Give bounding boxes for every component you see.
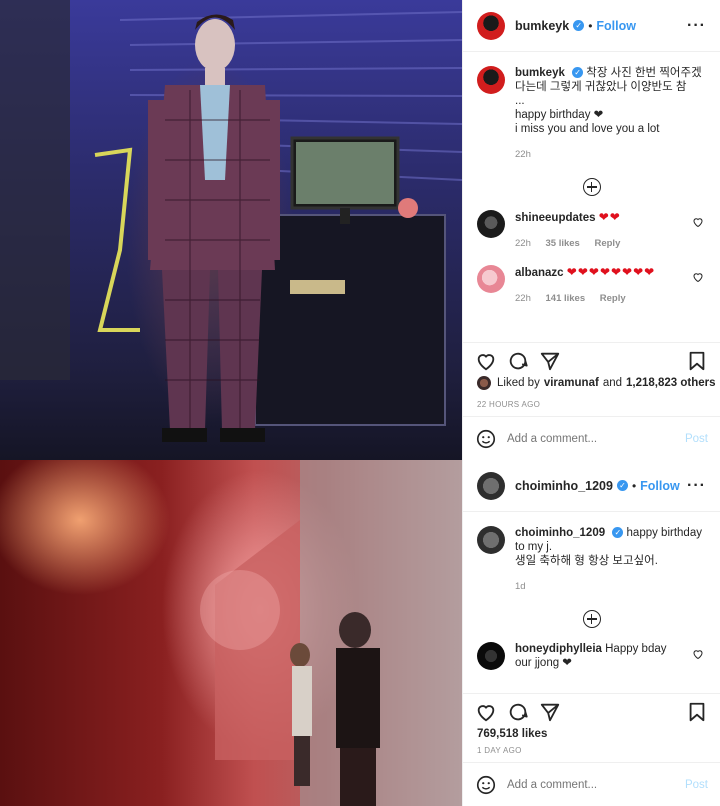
comment-bubble-icon[interactable] <box>507 350 529 372</box>
post-timestamp[interactable]: 22 HOURS AGO <box>477 400 540 409</box>
like-comment-heart-icon[interactable] <box>692 648 704 660</box>
caption-text-line: i miss you and love you a lot <box>515 123 660 135</box>
likes-count[interactable]: 769,518 likes <box>477 728 547 740</box>
post-header: bumkeyk ✓ • Follow ··· <box>463 0 720 52</box>
likes-count-text[interactable]: 769,518 likes <box>477 728 547 740</box>
comment-likes[interactable]: 35 likes <box>546 238 580 249</box>
save-bookmark-icon[interactable] <box>686 701 708 723</box>
reply-button[interactable]: Reply <box>600 293 626 304</box>
share-paper-plane-icon[interactable] <box>539 350 561 372</box>
emoji-smiley-icon[interactable] <box>475 774 497 796</box>
comment-item: shineeupdates ❤❤ 22h 35 likes Reply <box>477 210 706 251</box>
comment-time: 22h <box>515 238 531 249</box>
post-caption: bumkeyk ✓ 착장 사진 한번 찍어주겠다는데 그렇게 귀찮았나 이양반도… <box>477 66 706 162</box>
caption-username[interactable]: choiminho_1209 <box>515 527 605 539</box>
caption-time: 22h <box>515 149 531 160</box>
save-bookmark-icon[interactable] <box>686 350 708 372</box>
comments-list: bumkeyk ✓ 착장 사진 한번 찍어주겠다는데 그렇게 귀찮았나 이양반도… <box>463 52 720 320</box>
caption-avatar[interactable] <box>477 66 505 94</box>
commenter-avatar[interactable] <box>477 642 505 670</box>
reply-button[interactable]: Reply <box>594 238 620 249</box>
post-side-panel: bumkeyk ✓ • Follow ··· bumkeyk ✓ 착장 사진 한… <box>462 0 720 460</box>
photo-scene <box>0 0 462 442</box>
emoji-smiley-icon[interactable] <box>475 428 497 450</box>
author-username[interactable]: bumkeyk <box>515 19 569 33</box>
liked-by-user[interactable]: viramunaf <box>544 377 599 389</box>
comment-time: 22h <box>515 293 531 304</box>
comment-item: albanazc ❤❤❤❤❤❤❤❤ 22h 141 likes Reply <box>477 265 706 306</box>
author-avatar[interactable] <box>477 11 505 40</box>
liked-by-count[interactable]: 1,218,823 others <box>626 377 716 389</box>
commenter-avatar[interactable] <box>477 210 505 238</box>
caption-text-line: happy birthday ❤ <box>515 109 604 121</box>
post-2: choiminho_1209 ✓ • Follow ··· choiminho_… <box>0 460 720 806</box>
caption-username[interactable]: bumkeyk <box>515 67 565 79</box>
commenter-username[interactable]: shineeupdates <box>515 212 596 224</box>
commenter-username[interactable]: albanazc <box>515 267 564 279</box>
post-caption: choiminho_1209 ✓ happy birthday to my j.… <box>477 526 706 594</box>
liked-by-prefix: Liked by <box>497 377 540 389</box>
liked-by-row: Liked by viramunaf and 1,218,823 others <box>477 376 716 390</box>
separator-dot: • <box>631 478 637 493</box>
follow-button[interactable]: Follow <box>596 19 636 33</box>
like-comment-heart-icon[interactable] <box>692 271 704 283</box>
author-avatar[interactable] <box>477 471 505 500</box>
separator-dot: • <box>588 18 593 33</box>
comment-text: ❤❤ <box>598 210 621 224</box>
post-actions-bar <box>463 342 720 378</box>
post-1: bumkeyk ✓ • Follow ··· bumkeyk ✓ 착장 사진 한… <box>0 0 720 460</box>
add-comment-input[interactable] <box>507 778 685 791</box>
caption-text-line: 생일 축하해 형 항상 보고싶어. <box>515 555 658 567</box>
share-paper-plane-icon[interactable] <box>539 701 561 723</box>
post-side-panel: choiminho_1209 ✓ • Follow ··· choiminho_… <box>462 460 720 806</box>
verified-icon: ✓ <box>612 527 624 539</box>
like-heart-icon[interactable] <box>475 350 497 372</box>
post-comment-button[interactable]: Post <box>685 433 708 445</box>
add-comment-input[interactable] <box>507 432 685 445</box>
like-heart-icon[interactable] <box>475 701 497 723</box>
comments-list: choiminho_1209 ✓ happy birthday to my j.… <box>463 512 720 684</box>
comment-bubble-icon[interactable] <box>507 701 529 723</box>
post-timestamp[interactable]: 1 DAY AGO <box>477 746 522 755</box>
post-photo[interactable] <box>0 460 462 806</box>
load-more-comments-icon[interactable] <box>582 610 601 628</box>
post-header: choiminho_1209 ✓ • Follow ··· <box>463 460 720 512</box>
caption-time: 1d <box>515 581 526 592</box>
verified-icon: ✓ <box>572 67 584 79</box>
comment-text: ❤❤❤❤❤❤❤❤ <box>566 265 656 279</box>
post-comment-button[interactable]: Post <box>685 779 708 791</box>
photo-scene <box>200 460 462 806</box>
comment-likes[interactable]: 141 likes <box>546 293 586 304</box>
more-options-icon[interactable]: ··· <box>687 17 706 35</box>
caption-avatar[interactable] <box>477 526 505 554</box>
load-more-comments-icon[interactable] <box>582 178 601 196</box>
commenter-username[interactable]: honeydiphylleia <box>515 643 602 655</box>
add-comment-bar: Post <box>463 762 720 806</box>
comment-item: honeydiphylleia Happy bday our jjong ❤ <box>477 642 706 670</box>
add-comment-bar: Post <box>463 416 720 460</box>
follow-button[interactable]: Follow <box>640 479 680 493</box>
post-actions-bar <box>463 693 720 729</box>
caption-text-line: ... <box>515 95 525 107</box>
liked-by-and: and <box>602 377 622 389</box>
verified-icon: ✓ <box>573 20 585 31</box>
like-comment-heart-icon[interactable] <box>692 216 704 228</box>
author-username[interactable]: choiminho_1209 <box>515 479 613 493</box>
more-options-icon[interactable]: ··· <box>687 477 706 495</box>
commenter-avatar[interactable] <box>477 265 505 293</box>
verified-icon: ✓ <box>616 480 628 491</box>
post-photo[interactable] <box>0 0 462 460</box>
liker-avatar[interactable] <box>477 376 491 390</box>
